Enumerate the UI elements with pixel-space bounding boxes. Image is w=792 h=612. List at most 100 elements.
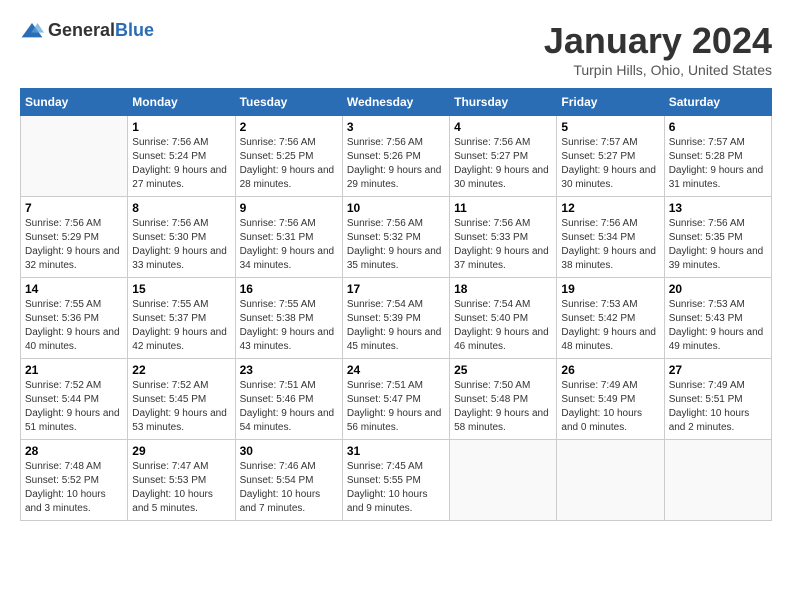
day-number: 26 <box>561 363 659 377</box>
calendar-cell: 31Sunrise: 7:45 AM Sunset: 5:55 PM Dayli… <box>342 440 449 521</box>
day-number: 27 <box>669 363 767 377</box>
day-header-wednesday: Wednesday <box>342 89 449 116</box>
logo-text-general: General <box>48 20 115 40</box>
calendar-cell: 26 Sunrise: 7:49 AM Sunset: 5:49 PM Dayli… <box>557 359 664 440</box>
day-number: 14 <box>25 282 123 296</box>
day-number: 15 <box>132 282 230 296</box>
week-row-2: 7Sunrise: 7:56 AM Sunset: 5:29 PM Daylig… <box>21 197 772 278</box>
day-number: 4 <box>454 120 552 134</box>
week-row-3: 14 Sunrise: 7:55 AM Sunset: 5:36 PM Dayli… <box>21 278 772 359</box>
day-header-tuesday: Tuesday <box>235 89 342 116</box>
day-detail: Sunrise: 7:45 AM Sunset: 5:55 PM Dayligh… <box>347 460 445 516</box>
title-area: January 2024 Turpin Hills, Ohio, United … <box>544 20 772 78</box>
day-number: 19 <box>561 282 659 296</box>
days-header-row: SundayMondayTuesdayWednesdayThursdayFrid… <box>21 89 772 116</box>
logo-icon <box>20 21 44 41</box>
calendar-cell: 27Sunrise: 7:49 AM Sunset: 5:51 PM Dayli… <box>664 359 771 440</box>
day-detail: Sunrise: 7:46 AM Sunset: 5:54 PM Dayligh… <box>240 460 338 516</box>
day-number: 22 <box>132 363 230 377</box>
calendar-cell: 13 Sunrise: 7:56 AM Sunset: 5:35 PM Dayli… <box>664 197 771 278</box>
calendar-cell: 2 Sunrise: 7:56 AM Sunset: 5:25 PM Daylig… <box>235 116 342 197</box>
day-detail: Sunrise: 7:52 AM Sunset: 5:44 PM Dayligh… <box>25 379 123 435</box>
calendar-cell: 17Sunrise: 7:54 AM Sunset: 5:39 PM Dayli… <box>342 278 449 359</box>
day-number: 12 <box>561 201 659 215</box>
week-row-4: 21 Sunrise: 7:52 AM Sunset: 5:44 PM Dayli… <box>21 359 772 440</box>
day-number: 3 <box>347 120 445 134</box>
day-header-sunday: Sunday <box>21 89 128 116</box>
calendar-cell: 19Sunrise: 7:53 AM Sunset: 5:42 PM Dayli… <box>557 278 664 359</box>
calendar-cell: 6 Sunrise: 7:57 AM Sunset: 5:28 PM Daylig… <box>664 116 771 197</box>
day-detail: Sunrise: 7:56 AM Sunset: 5:29 PM Dayligh… <box>25 217 123 273</box>
calendar-cell <box>664 440 771 521</box>
calendar-cell: 5 Sunrise: 7:57 AM Sunset: 5:27 PM Daylig… <box>557 116 664 197</box>
day-number: 21 <box>25 363 123 377</box>
day-header-thursday: Thursday <box>450 89 557 116</box>
day-number: 29 <box>132 444 230 458</box>
day-header-friday: Friday <box>557 89 664 116</box>
calendar-cell: 18 Sunrise: 7:54 AM Sunset: 5:40 PM Dayli… <box>450 278 557 359</box>
day-detail: Sunrise: 7:55 AM Sunset: 5:36 PM Dayligh… <box>25 298 123 354</box>
calendar-cell: 22 Sunrise: 7:52 AM Sunset: 5:45 PM Dayli… <box>128 359 235 440</box>
day-number: 5 <box>561 120 659 134</box>
day-header-saturday: Saturday <box>664 89 771 116</box>
day-detail: Sunrise: 7:53 AM Sunset: 5:43 PM Dayligh… <box>669 298 767 354</box>
day-detail: Sunrise: 7:50 AM Sunset: 5:48 PM Dayligh… <box>454 379 552 435</box>
header: GeneralBlue January 2024 Turpin Hills, O… <box>20 20 772 78</box>
calendar-subtitle: Turpin Hills, Ohio, United States <box>544 62 772 78</box>
day-number: 1 <box>132 120 230 134</box>
day-detail: Sunrise: 7:52 AM Sunset: 5:45 PM Dayligh… <box>132 379 230 435</box>
logo: GeneralBlue <box>20 20 154 41</box>
calendar-cell: 9 Sunrise: 7:56 AM Sunset: 5:31 PM Daylig… <box>235 197 342 278</box>
calendar-cell: 1 Sunrise: 7:56 AM Sunset: 5:24 PM Daylig… <box>128 116 235 197</box>
day-detail: Sunrise: 7:56 AM Sunset: 5:33 PM Dayligh… <box>454 217 552 273</box>
day-header-monday: Monday <box>128 89 235 116</box>
day-detail: Sunrise: 7:49 AM Sunset: 5:49 PM Dayligh… <box>561 379 659 435</box>
week-row-1: 1 Sunrise: 7:56 AM Sunset: 5:24 PM Daylig… <box>21 116 772 197</box>
calendar-cell: 30 Sunrise: 7:46 AM Sunset: 5:54 PM Dayli… <box>235 440 342 521</box>
calendar-cell: 25 Sunrise: 7:50 AM Sunset: 5:48 PM Dayli… <box>450 359 557 440</box>
day-number: 16 <box>240 282 338 296</box>
day-number: 9 <box>240 201 338 215</box>
calendar-cell: 14 Sunrise: 7:55 AM Sunset: 5:36 PM Dayli… <box>21 278 128 359</box>
day-number: 25 <box>454 363 552 377</box>
calendar-cell: 20 Sunrise: 7:53 AM Sunset: 5:43 PM Dayli… <box>664 278 771 359</box>
day-number: 24 <box>347 363 445 377</box>
day-number: 30 <box>240 444 338 458</box>
calendar-cell: 11Sunrise: 7:56 AM Sunset: 5:33 PM Dayli… <box>450 197 557 278</box>
day-number: 10 <box>347 201 445 215</box>
day-number: 6 <box>669 120 767 134</box>
day-detail: Sunrise: 7:55 AM Sunset: 5:37 PM Dayligh… <box>132 298 230 354</box>
day-detail: Sunrise: 7:56 AM Sunset: 5:24 PM Dayligh… <box>132 136 230 192</box>
calendar-cell: 15 Sunrise: 7:55 AM Sunset: 5:37 PM Dayli… <box>128 278 235 359</box>
day-number: 18 <box>454 282 552 296</box>
day-number: 28 <box>25 444 123 458</box>
day-number: 13 <box>669 201 767 215</box>
day-detail: Sunrise: 7:54 AM Sunset: 5:40 PM Dayligh… <box>454 298 552 354</box>
day-number: 20 <box>669 282 767 296</box>
day-detail: Sunrise: 7:51 AM Sunset: 5:47 PM Dayligh… <box>347 379 445 435</box>
day-detail: Sunrise: 7:56 AM Sunset: 5:32 PM Dayligh… <box>347 217 445 273</box>
day-detail: Sunrise: 7:56 AM Sunset: 5:34 PM Dayligh… <box>561 217 659 273</box>
calendar-cell: 24 Sunrise: 7:51 AM Sunset: 5:47 PM Dayli… <box>342 359 449 440</box>
calendar-cell: 12 Sunrise: 7:56 AM Sunset: 5:34 PM Dayli… <box>557 197 664 278</box>
calendar-cell: 29Sunrise: 7:47 AM Sunset: 5:53 PM Dayli… <box>128 440 235 521</box>
day-number: 2 <box>240 120 338 134</box>
day-detail: Sunrise: 7:56 AM Sunset: 5:31 PM Dayligh… <box>240 217 338 273</box>
calendar-cell: 3Sunrise: 7:56 AM Sunset: 5:26 PM Daylig… <box>342 116 449 197</box>
day-detail: Sunrise: 7:56 AM Sunset: 5:35 PM Dayligh… <box>669 217 767 273</box>
calendar-cell: 8 Sunrise: 7:56 AM Sunset: 5:30 PM Daylig… <box>128 197 235 278</box>
day-detail: Sunrise: 7:56 AM Sunset: 5:27 PM Dayligh… <box>454 136 552 192</box>
day-number: 8 <box>132 201 230 215</box>
day-detail: Sunrise: 7:56 AM Sunset: 5:25 PM Dayligh… <box>240 136 338 192</box>
calendar-cell <box>450 440 557 521</box>
day-detail: Sunrise: 7:57 AM Sunset: 5:28 PM Dayligh… <box>669 136 767 192</box>
day-detail: Sunrise: 7:57 AM Sunset: 5:27 PM Dayligh… <box>561 136 659 192</box>
day-detail: Sunrise: 7:48 AM Sunset: 5:52 PM Dayligh… <box>25 460 123 516</box>
calendar-title: January 2024 <box>544 20 772 62</box>
calendar-cell: 23Sunrise: 7:51 AM Sunset: 5:46 PM Dayli… <box>235 359 342 440</box>
calendar-cell: 28 Sunrise: 7:48 AM Sunset: 5:52 PM Dayli… <box>21 440 128 521</box>
calendar-cell: 7Sunrise: 7:56 AM Sunset: 5:29 PM Daylig… <box>21 197 128 278</box>
day-detail: Sunrise: 7:51 AM Sunset: 5:46 PM Dayligh… <box>240 379 338 435</box>
day-detail: Sunrise: 7:56 AM Sunset: 5:30 PM Dayligh… <box>132 217 230 273</box>
day-detail: Sunrise: 7:54 AM Sunset: 5:39 PM Dayligh… <box>347 298 445 354</box>
